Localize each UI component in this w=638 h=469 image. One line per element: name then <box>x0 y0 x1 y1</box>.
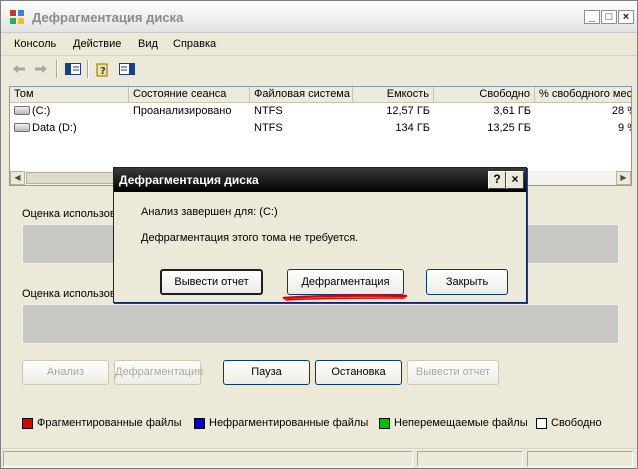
legend-free: Свободно <box>536 417 602 429</box>
volume-cell: Data (D:) <box>10 121 129 137</box>
filesystem-cell: NTFS <box>254 105 283 117</box>
filesystem-cell: NTFS <box>254 122 283 134</box>
legend-swatch-blue <box>194 417 205 429</box>
legend-swatch-red <box>22 417 33 429</box>
hard-drive-icon <box>14 123 30 132</box>
dialog-title-bar[interactable]: Дефрагментация диска ? × <box>114 168 526 192</box>
free-percent-cell: 28 % <box>611 105 631 117</box>
legend-unmovable: Неперемещаемые файлы <box>379 417 528 429</box>
defragment-button[interactable]: Дефрагментация <box>114 360 203 385</box>
table-row[interactable]: (C:) Проанализировано NTFS 12,57 ГБ 3,61… <box>10 104 631 120</box>
svg-text:?: ? <box>100 66 106 77</box>
menu-bar: Консоль Действие Вид Справка <box>1 34 637 56</box>
dialog-title: Дефрагментация диска <box>119 173 259 187</box>
help-icon[interactable]: ? <box>94 60 114 78</box>
column-header-free-percent[interactable]: % свободного мест <box>535 87 631 103</box>
forward-arrow-icon[interactable] <box>31 60 51 78</box>
toolbar: ? <box>1 57 637 83</box>
menu-console[interactable]: Консоль <box>14 38 56 50</box>
status-segment <box>3 451 413 467</box>
close-button[interactable]: × <box>618 10 634 24</box>
status-cell <box>129 121 250 137</box>
column-header-capacity[interactable]: Емкость <box>353 87 434 103</box>
pause-button[interactable]: Пауза <box>223 360 310 385</box>
back-arrow-icon[interactable] <box>9 60 29 78</box>
legend-label: Неперемещаемые файлы <box>394 417 528 429</box>
analyze-button[interactable]: Анализ <box>22 360 109 385</box>
window-title: Дефрагментация диска <box>32 10 184 25</box>
volume-name: (C:) <box>32 105 51 117</box>
legend-label: Свободно <box>551 417 602 429</box>
legend-label: Фрагментированные файлы <box>37 417 182 429</box>
column-header-status[interactable]: Состояние сеанса <box>129 87 250 103</box>
help-button[interactable]: ? <box>488 171 506 189</box>
stop-button[interactable]: Остановка <box>315 360 402 385</box>
column-header-free[interactable]: Свободно <box>434 87 535 103</box>
hard-drive-icon <box>14 106 30 115</box>
volume-cell: (C:) <box>10 104 129 120</box>
menu-action[interactable]: Действие <box>73 38 121 50</box>
free-percent-cell: 9 % <box>618 122 631 134</box>
legend-swatch-green <box>379 417 390 429</box>
no-defrag-needed-text: Дефрагментация этого тома не требуется. <box>141 232 359 244</box>
defrag-dialog: Дефрагментация диска ? × Анализ завершен… <box>113 167 527 303</box>
console-tree-icon[interactable] <box>63 60 83 78</box>
table-row[interactable]: Data (D:) NTFS 134 ГБ 13,25 ГБ 9 % <box>10 121 631 137</box>
capacity-cell: 134 ГБ <box>395 122 430 134</box>
column-header-filesystem[interactable]: Файловая система <box>250 87 353 103</box>
defrag-app-icon <box>10 10 24 24</box>
minimize-button[interactable]: _ <box>584 10 600 24</box>
title-bar[interactable]: Дефрагментация диска _ □ × <box>1 1 637 33</box>
status-cell: Проанализировано <box>133 105 232 117</box>
free-cell: 3,61 ГБ <box>493 105 531 117</box>
dialog-close-icon[interactable]: × <box>506 171 524 189</box>
dialog-close-button[interactable]: Закрыть <box>426 269 508 295</box>
capacity-cell: 12,57 ГБ <box>386 105 430 117</box>
status-segment <box>417 451 523 467</box>
menu-help[interactable]: Справка <box>173 38 216 50</box>
legend-fragmented: Фрагментированные файлы <box>22 417 182 429</box>
status-segment <box>527 451 633 467</box>
legend-label: Нефрагментированные файлы <box>209 417 369 429</box>
column-header-row: Том Состояние сеанса Файловая система Ем… <box>10 87 631 103</box>
red-annotation-underline <box>282 294 408 301</box>
status-bar <box>1 448 637 468</box>
analysis-complete-text: Анализ завершен для: (C:) <box>141 206 278 218</box>
dialog-view-report-button[interactable]: Вывести отчет <box>160 269 263 295</box>
properties-icon[interactable] <box>117 60 137 78</box>
free-cell: 13,25 ГБ <box>487 122 531 134</box>
toolbar-separator <box>87 60 89 78</box>
column-header-volume[interactable]: Том <box>10 87 129 103</box>
estimate-after-display <box>22 304 619 344</box>
legend-swatch-white <box>536 417 547 429</box>
scroll-right-icon[interactable]: ▶ <box>616 171 631 185</box>
scroll-left-icon[interactable]: ◀ <box>10 171 25 185</box>
view-report-button[interactable]: Вывести отчет <box>407 360 499 385</box>
menu-view[interactable]: Вид <box>138 38 158 50</box>
legend-contiguous: Нефрагментированные файлы <box>194 417 368 429</box>
toolbar-separator <box>56 60 58 78</box>
maximize-button[interactable]: □ <box>601 10 617 24</box>
volume-name: Data (D:) <box>32 122 77 134</box>
